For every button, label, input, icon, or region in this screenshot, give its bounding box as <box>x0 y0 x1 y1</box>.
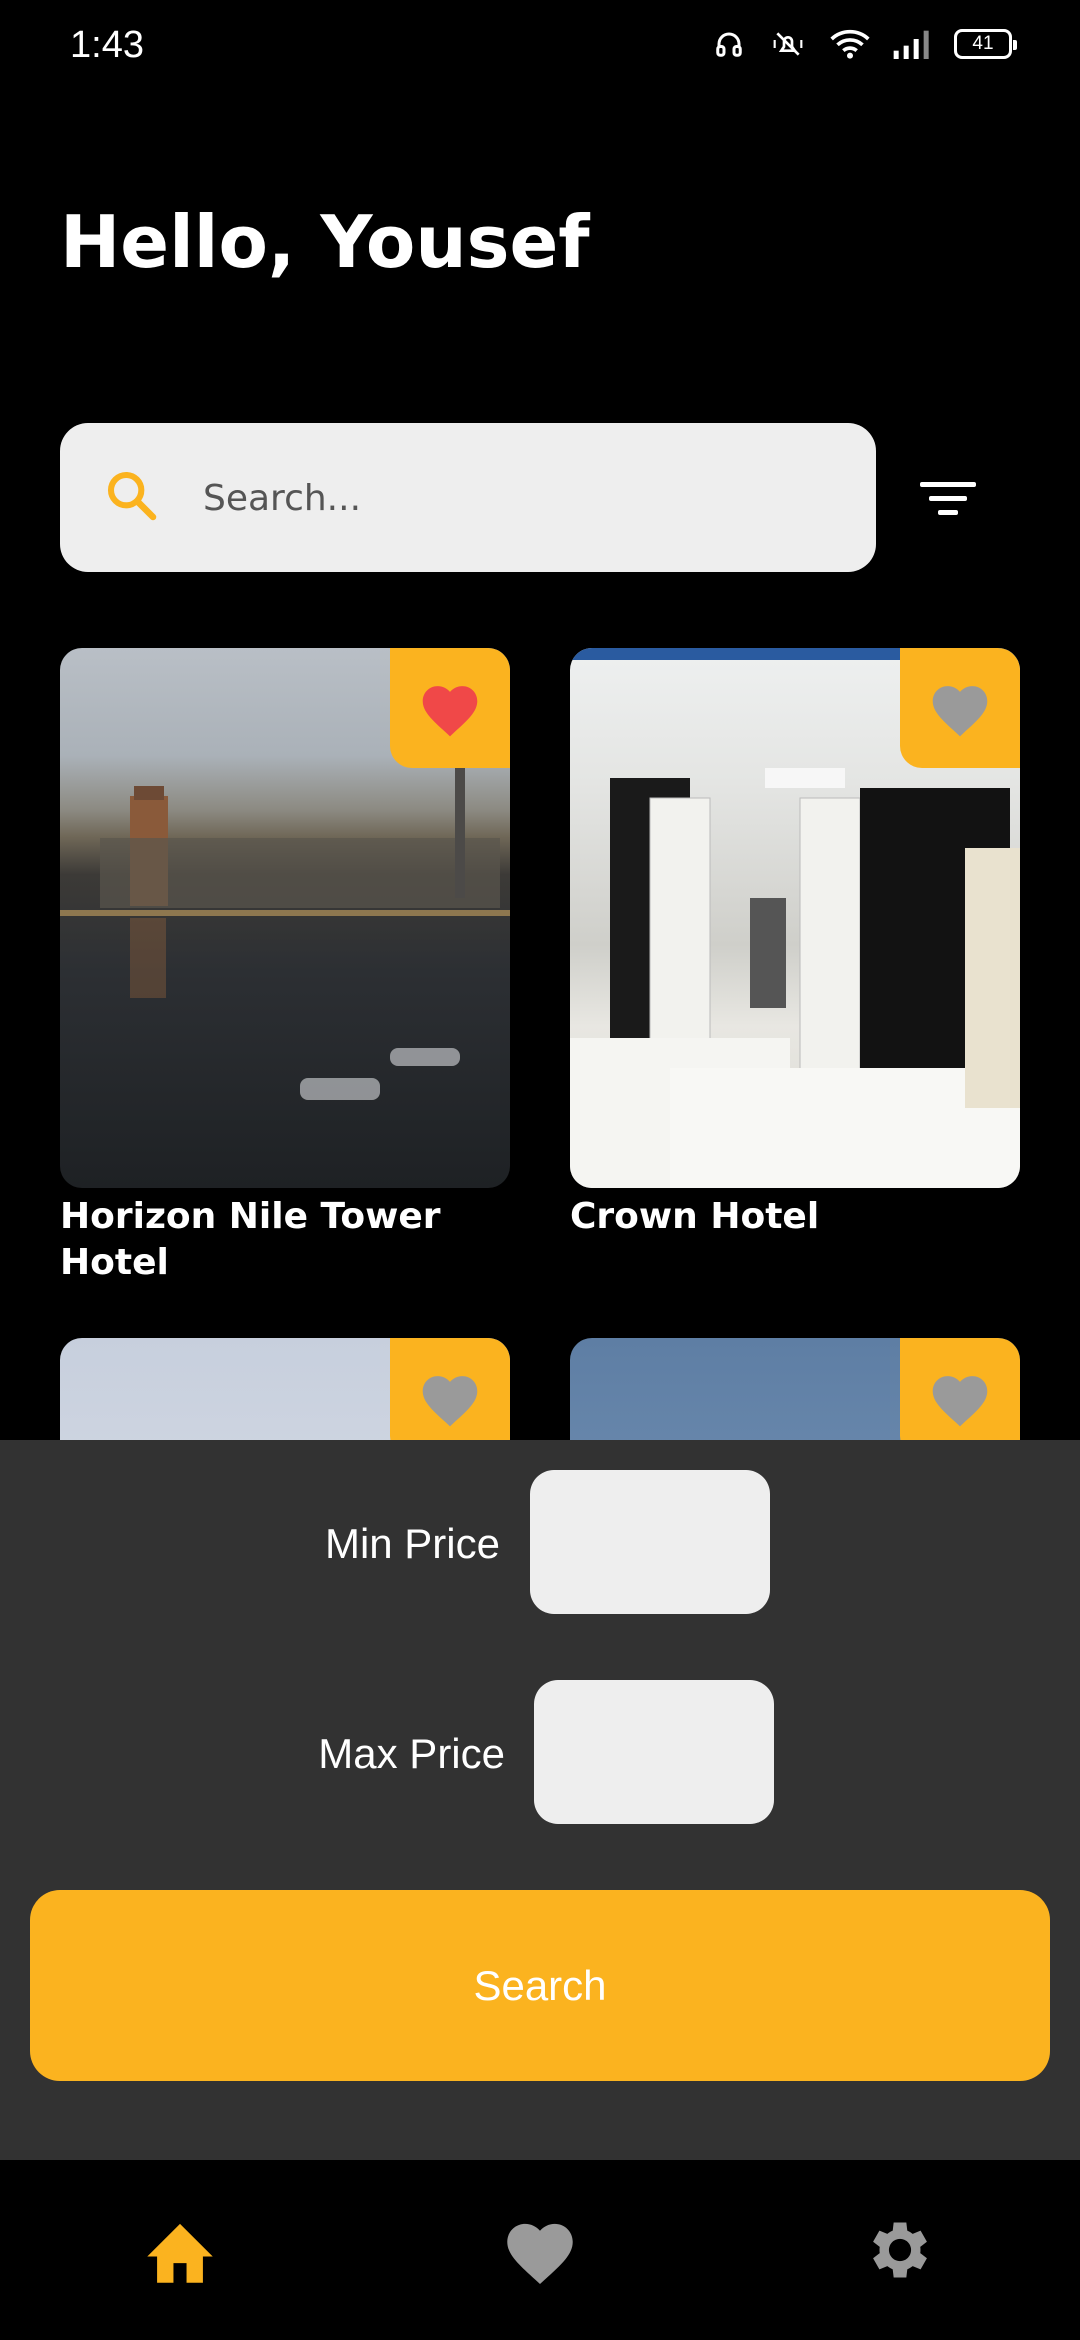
heart-icon <box>507 2223 573 2285</box>
search-bar[interactable] <box>60 423 876 572</box>
filter-button[interactable] <box>910 460 986 536</box>
status-bar: 1:43 41 <box>0 0 1080 96</box>
nav-home[interactable] <box>130 2200 230 2300</box>
heart-icon <box>932 1376 988 1427</box>
hotel-image[interactable] <box>60 648 510 1188</box>
mute-icon <box>773 32 803 56</box>
page-title: Hello, Yousef <box>60 200 590 284</box>
max-price-input[interactable] <box>534 1680 774 1824</box>
battery-icon: 41 <box>954 29 1017 59</box>
heart-icon <box>422 686 478 737</box>
headphones-icon <box>716 32 742 57</box>
hotel-card[interactable]: Horizon Nile Tower Hotel <box>60 648 510 1286</box>
min-price-input[interactable] <box>530 1470 770 1614</box>
status-time: 1:43 <box>70 24 144 66</box>
home-icon <box>147 2223 213 2283</box>
favorite-button[interactable] <box>900 648 1020 768</box>
nav-settings[interactable] <box>850 2200 950 2300</box>
wifi-icon <box>830 29 870 59</box>
hotel-name[interactable]: Crown Hotel <box>570 1194 1020 1240</box>
max-price-label: Max Price <box>318 1730 505 1777</box>
search-icon <box>107 471 157 521</box>
hotel-name[interactable]: Horizon Nile Tower Hotel <box>60 1194 510 1286</box>
bottom-nav <box>0 2160 1080 2340</box>
filter-line-bottom <box>938 509 958 515</box>
search-input[interactable] <box>203 465 823 531</box>
favorite-button[interactable] <box>390 648 510 768</box>
heart-icon <box>422 1376 478 1427</box>
nav-favorites[interactable] <box>490 2200 590 2300</box>
filter-line-top <box>920 481 976 487</box>
filter-line-middle <box>929 495 967 501</box>
battery-level: 41 <box>972 33 994 54</box>
min-price-label: Min Price <box>324 1520 500 1567</box>
gear-icon <box>873 2222 927 2278</box>
search-button[interactable]: Search <box>30 1890 1050 2081</box>
status-icons: 41 <box>712 28 1017 60</box>
heart-icon <box>932 686 988 737</box>
signal-icon <box>893 30 929 59</box>
hotel-card[interactable]: Crown Hotel <box>570 648 1020 1240</box>
hotel-image[interactable] <box>570 648 1020 1188</box>
